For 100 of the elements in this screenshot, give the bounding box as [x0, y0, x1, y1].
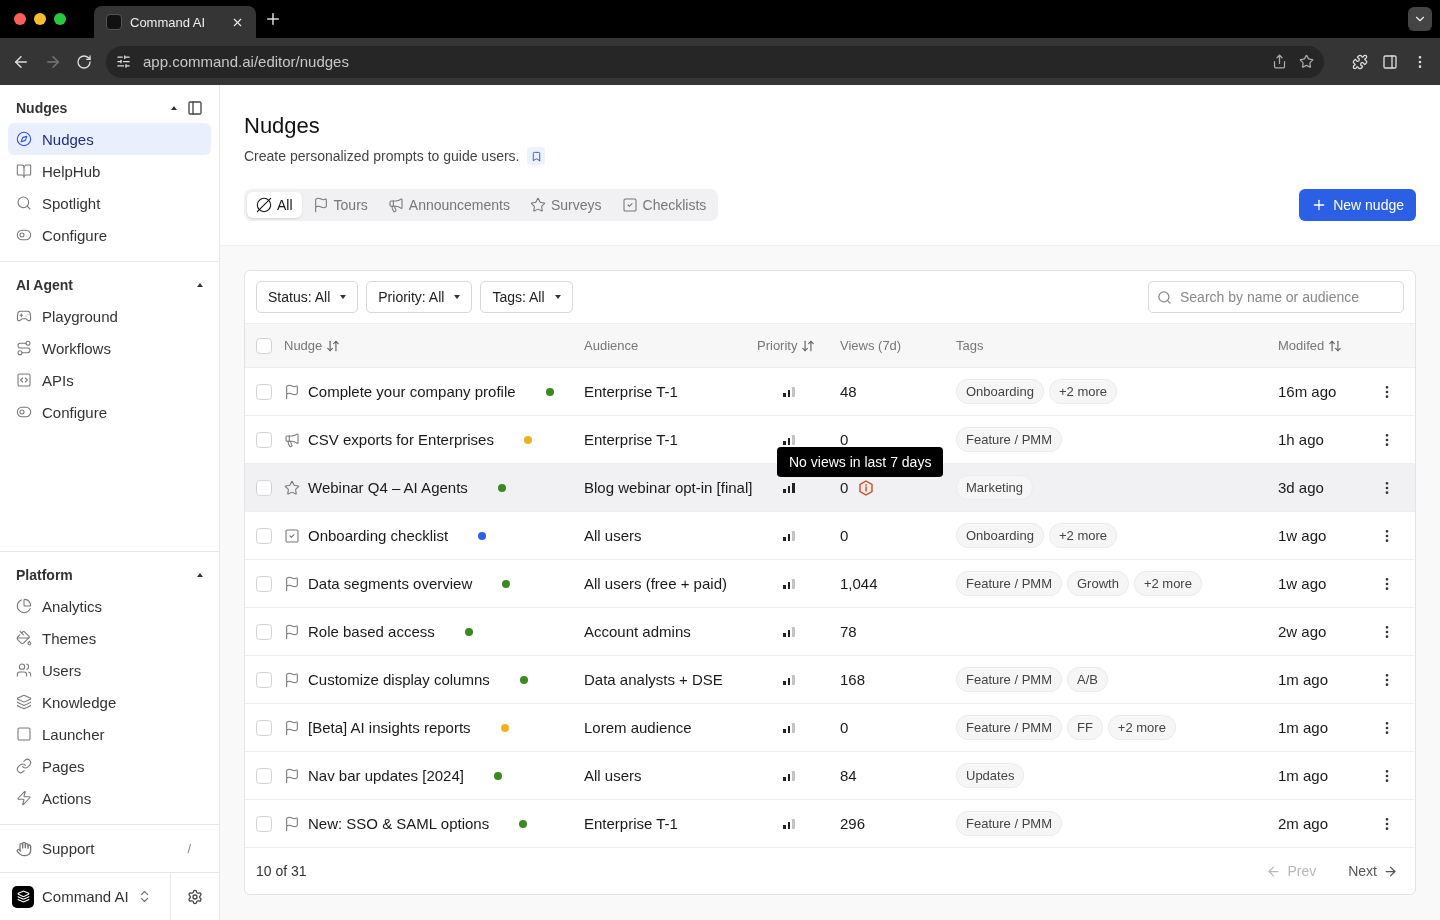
search-icon — [1157, 290, 1172, 305]
modified-cell: 2m ago — [1278, 815, 1329, 832]
square-icon — [16, 726, 32, 742]
sidebar-item[interactable]: Configure — [8, 219, 211, 251]
collapse-caret-icon[interactable] — [171, 106, 177, 110]
browser-tab[interactable]: Command AI — [94, 6, 256, 38]
collapse-caret-icon[interactable] — [197, 283, 203, 287]
checkbox-icon — [621, 197, 638, 213]
settings-icon[interactable] — [187, 888, 203, 905]
sidebar-item[interactable]: Knowledge — [8, 686, 211, 718]
views-cell: 0 — [840, 527, 849, 544]
nudge-name: Nav bar updates [2024] — [308, 767, 464, 784]
tag-chip: Feature / PMM — [956, 667, 1062, 692]
audience-cell: Account admins — [584, 623, 691, 640]
sidebar-item[interactable]: Spotlight — [8, 187, 211, 219]
tooltip: No views in last 7 days — [777, 447, 944, 477]
row-checkbox[interactable] — [256, 527, 272, 544]
site-settings-icon[interactable] — [116, 54, 131, 69]
bookmark-icon[interactable] — [527, 147, 546, 165]
filter-dropdown[interactable]: Priority: All — [366, 281, 473, 313]
tag-chip: Updates — [956, 763, 1025, 788]
audience-cell: Blog webinar opt-in [final] — [584, 479, 753, 496]
tab-search-button[interactable] — [1408, 7, 1432, 31]
page-title: Nudges — [244, 113, 321, 139]
maximize-window-dot[interactable] — [54, 13, 66, 25]
row-checkbox[interactable] — [256, 671, 272, 688]
reload-icon[interactable] — [76, 53, 92, 70]
minimize-window-dot[interactable] — [34, 13, 46, 25]
collapse-caret-icon[interactable] — [197, 573, 203, 577]
column-header[interactable]: Modifed — [1278, 338, 1343, 353]
modified-cell: 2w ago — [1278, 623, 1327, 640]
row-checkbox[interactable] — [256, 479, 272, 496]
tag-chip: +2 more — [1048, 379, 1117, 404]
address-bar[interactable]: app.command.ai/editor/nudges — [106, 45, 1324, 78]
nudge-name: Customize display columns — [308, 671, 490, 688]
audience-cell: Enterprise T-1 — [584, 383, 678, 400]
new-nudge-button[interactable]: New nudge — [1299, 189, 1416, 221]
filter-tab[interactable]: Checklists — [612, 192, 716, 218]
row-checkbox[interactable] — [256, 815, 272, 832]
sidebar-item[interactable]: Analytics — [8, 590, 211, 622]
compass-icon — [16, 131, 32, 147]
route-icon — [16, 340, 32, 356]
filter-dropdown[interactable]: Tags: All — [480, 281, 573, 313]
circle-slash-icon — [256, 197, 272, 213]
section-title: AI Agent — [16, 277, 75, 293]
row-checkbox[interactable] — [256, 575, 272, 592]
extensions-icon[interactable] — [1352, 53, 1368, 70]
sidebar-item[interactable]: APIs — [8, 364, 211, 396]
row-checkbox[interactable] — [256, 767, 272, 784]
sidebar-item[interactable]: Playground — [8, 300, 211, 332]
views-cell: 0 — [840, 719, 849, 736]
side-panel-icon[interactable] — [1382, 53, 1398, 70]
filter-tab[interactable]: Surveys — [521, 192, 611, 218]
search-field[interactable]: Search by name or audience — [1148, 281, 1404, 313]
sidebar-toggle-icon[interactable] — [187, 100, 203, 116]
share-icon[interactable] — [1272, 54, 1287, 69]
column-header[interactable]: Nudge — [284, 338, 341, 353]
sidebar-item[interactable]: Themes — [8, 622, 211, 654]
modified-cell: 16m ago — [1278, 383, 1337, 400]
sort-icon[interactable] — [1328, 338, 1343, 353]
sidebar-item[interactable]: Workflows — [8, 332, 211, 364]
support-item[interactable]: Support / — [0, 825, 219, 873]
megaphone-icon — [284, 431, 300, 448]
row-checkbox[interactable] — [256, 383, 272, 400]
sidebar-item[interactable]: Pages — [8, 750, 211, 782]
column-header[interactable]: Priority — [757, 338, 816, 353]
new-tab-icon[interactable] — [264, 10, 282, 28]
tag-chip: FF — [1066, 715, 1103, 740]
audience-cell: Enterprise T-1 — [584, 815, 678, 832]
filter-tab[interactable]: All — [247, 192, 302, 218]
next-button[interactable]: Next — [1342, 862, 1404, 880]
close-window-dot[interactable] — [14, 13, 26, 25]
warning-hexagon-icon[interactable] — [858, 479, 875, 496]
checkbox-icon — [284, 527, 300, 544]
modified-cell: 3d ago — [1278, 479, 1324, 496]
sort-icon[interactable] — [801, 338, 816, 353]
filter-tab[interactable]: Tours — [303, 192, 377, 218]
filter-tab[interactable]: Announcements — [378, 192, 519, 218]
sidebar-item[interactable]: HelpHub — [8, 155, 211, 187]
nudge-name: New: SSO & SAML options — [308, 815, 490, 832]
sidebar-item[interactable]: Actions — [8, 782, 211, 814]
row-checkbox[interactable] — [256, 431, 272, 448]
sidebar-item[interactable]: Nudges — [8, 123, 211, 155]
row-checkbox[interactable] — [256, 623, 272, 640]
sidebar-item[interactable]: Users — [8, 654, 211, 686]
flag-icon — [284, 719, 300, 736]
row-checkbox[interactable] — [256, 719, 272, 736]
workspace-switcher[interactable]: Command AI — [0, 873, 171, 920]
filter-dropdown[interactable]: Status: All — [256, 281, 359, 313]
views-cell: 0 — [840, 479, 849, 496]
tag-chip: Feature / PMM — [956, 715, 1062, 740]
users-icon — [16, 662, 32, 678]
sort-icon[interactable] — [326, 338, 341, 353]
sidebar-item[interactable]: Launcher — [8, 718, 211, 750]
megaphone-icon — [387, 197, 404, 213]
layers-icon — [16, 694, 32, 710]
bookmark-star-icon[interactable] — [1299, 54, 1314, 69]
sidebar-item[interactable]: Configure — [8, 396, 211, 428]
tag-chip: +2 more — [1048, 523, 1117, 548]
select-all-checkbox[interactable] — [256, 337, 272, 354]
